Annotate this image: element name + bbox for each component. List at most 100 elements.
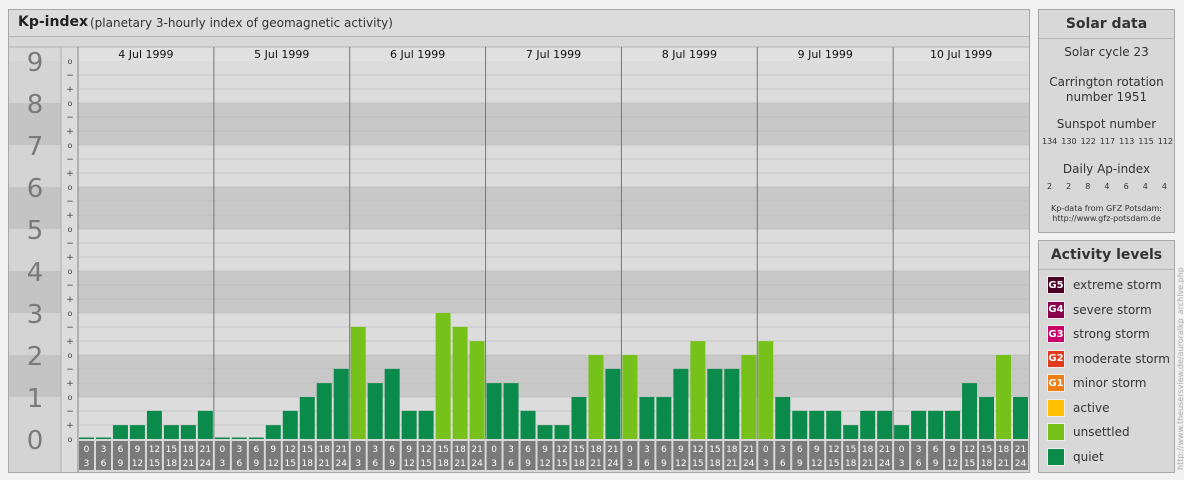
- interval-end-label: 15: [692, 459, 703, 469]
- kp-bar: [401, 410, 417, 439]
- kp-bar: [673, 368, 689, 439]
- solar-data-heading: Solar data: [1039, 10, 1174, 39]
- interval-start-label: 6: [661, 445, 667, 455]
- interval-end-label: 15: [828, 459, 839, 469]
- y-minor-label: −: [66, 281, 74, 291]
- interval-end-label: 6: [236, 459, 242, 469]
- interval-start-label: 6: [118, 445, 124, 455]
- activity-level-swatch: G5: [1047, 276, 1065, 294]
- interval-start-label: 9: [135, 445, 141, 455]
- day-label: 7 Jul 1999: [526, 48, 581, 61]
- interval-end-label: 12: [811, 459, 822, 469]
- y-band: [78, 229, 1029, 271]
- y-minor-label: +: [66, 379, 74, 389]
- activity-level-label: quiet: [1073, 449, 1104, 464]
- interval-end-label: 6: [101, 459, 107, 469]
- interval-start-label: 15: [981, 445, 992, 455]
- interval-end-label: 3: [491, 459, 497, 469]
- interval-start-label: 21: [879, 445, 890, 455]
- kp-bar: [775, 397, 791, 439]
- y-band: [78, 271, 1029, 313]
- carrington-line1: Carrington rotation: [1049, 75, 1164, 89]
- interval-end-label: 9: [118, 459, 124, 469]
- interval-end-label: 15: [556, 459, 567, 469]
- y-minor-label: +: [66, 169, 74, 179]
- kp-bar: [690, 341, 706, 439]
- interval-start-label: 0: [899, 445, 905, 455]
- activity-level-item: G4 severe storm: [1047, 300, 1152, 319]
- activity-level-item: unsettled: [1047, 423, 1130, 441]
- y-minor-label: +: [66, 421, 74, 431]
- interval-end-label: 9: [253, 459, 259, 469]
- interval-start-label: 0: [627, 445, 633, 455]
- kp-bar: [282, 410, 298, 439]
- interval-end-label: 6: [508, 459, 514, 469]
- y-minor-label: −: [66, 323, 74, 333]
- y-band: [78, 187, 1029, 229]
- y-tick-label: 1: [27, 384, 44, 414]
- interval-end-label: 24: [200, 459, 212, 469]
- solar-cycle: Solar cycle 23: [1064, 45, 1149, 59]
- interval-end-label: 15: [420, 459, 431, 469]
- ap-index-values: 2 2 8 4 6 4 4: [1047, 182, 1167, 191]
- source-line1: Kp-data from GFZ Potsdam:: [1051, 204, 1162, 213]
- activity-level-swatch: [1047, 423, 1065, 441]
- kp-bar: [741, 355, 757, 439]
- interval-end-label: 24: [1015, 459, 1027, 469]
- y-tick-label: 3: [27, 300, 44, 330]
- ap-index-value: 4: [1161, 182, 1167, 191]
- kp-bar: [469, 341, 485, 439]
- interval-end-label: 9: [525, 459, 531, 469]
- interval-start-label: 6: [933, 445, 939, 455]
- interval-end-label: 3: [219, 459, 225, 469]
- interval-start-label: 15: [573, 445, 584, 455]
- interval-start-label: 18: [998, 445, 1010, 455]
- interval-start-label: 9: [814, 445, 820, 455]
- y-minor-label: −: [66, 113, 74, 123]
- interval-start-label: 12: [285, 445, 296, 455]
- activity-level-item: quiet: [1047, 447, 1104, 466]
- day-label: 10 Jul 1999: [930, 48, 992, 61]
- interval-start-label: 21: [1015, 445, 1026, 455]
- interval-start-label: 9: [270, 445, 276, 455]
- interval-start-label: 3: [780, 445, 786, 455]
- interval-start-label: 18: [590, 445, 602, 455]
- ap-index-value: 2: [1066, 182, 1072, 191]
- interval-end-label: 21: [998, 459, 1009, 469]
- interval-end-label: 3: [627, 459, 633, 469]
- interval-end-label: 9: [661, 459, 667, 469]
- interval-start-label: 15: [166, 445, 177, 455]
- y-minor-label: o: [68, 267, 73, 276]
- interval-start-label: 9: [678, 445, 684, 455]
- kp-bar: [79, 437, 94, 439]
- interval-start-label: 9: [406, 445, 412, 455]
- kp-bar: [554, 425, 570, 439]
- interval-start-label: 3: [508, 445, 514, 455]
- kp-bar: [129, 425, 145, 439]
- kp-bar: [299, 397, 315, 439]
- interval-end-label: 15: [964, 459, 975, 469]
- y-minor-label: +: [66, 253, 74, 263]
- interval-start-label: 15: [845, 445, 856, 455]
- interval-end-label: 24: [471, 459, 483, 469]
- y-band: [78, 61, 1029, 103]
- interval-start-label: 3: [916, 445, 922, 455]
- interval-start-label: 18: [454, 445, 466, 455]
- solar-data-panel: Solar data Solar cycle 23 Carrington rot…: [1038, 9, 1175, 233]
- sunspot-value: 117: [1099, 137, 1116, 146]
- interval-start-label: 12: [964, 445, 975, 455]
- sunspot-value: 112: [1157, 137, 1173, 146]
- interval-end-label: 24: [743, 459, 755, 469]
- y-minor-label: o: [68, 393, 73, 402]
- interval-start-label: 18: [319, 445, 331, 455]
- y-minor-label: o: [68, 225, 73, 234]
- y-minor-label: −: [66, 365, 74, 375]
- interval-end-label: 12: [403, 459, 414, 469]
- kp-bar: [112, 425, 128, 439]
- interval-end-label: 12: [132, 459, 143, 469]
- activity-level-swatch: G4: [1047, 300, 1065, 319]
- y-minor-label: −: [66, 407, 74, 417]
- kp-bar: [163, 425, 179, 439]
- interval-end-label: 3: [355, 459, 361, 469]
- kp-bar: [588, 355, 604, 439]
